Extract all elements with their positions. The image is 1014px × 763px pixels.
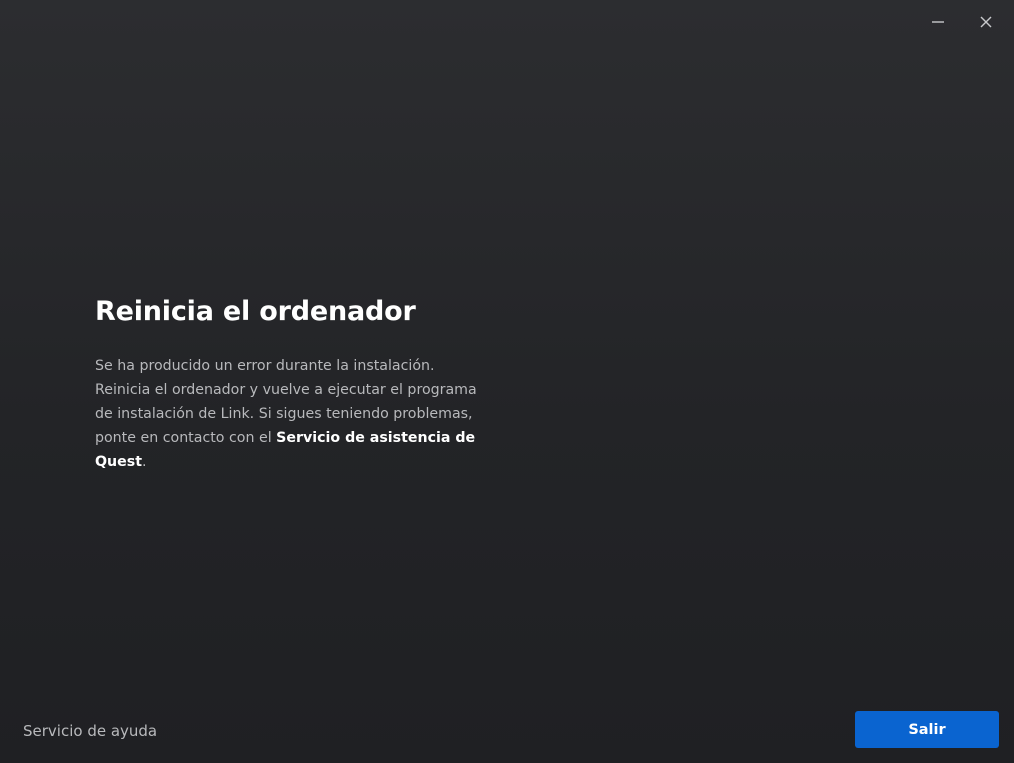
page-title: Reinicia el ordenador bbox=[95, 296, 416, 327]
minimize-button[interactable] bbox=[916, 8, 960, 36]
minimize-icon bbox=[932, 21, 944, 23]
error-panel: Reinicia el ordenador Se ha producido un… bbox=[95, 292, 495, 474]
exit-button[interactable]: Salir bbox=[855, 711, 999, 748]
window-controls bbox=[916, 8, 1008, 36]
help-link[interactable]: Servicio de ayuda bbox=[23, 720, 157, 742]
close-icon bbox=[980, 16, 992, 28]
error-message: Se ha producido un error durante la inst… bbox=[95, 354, 485, 474]
close-button[interactable] bbox=[964, 8, 1008, 36]
error-message-suffix: . bbox=[142, 454, 147, 470]
